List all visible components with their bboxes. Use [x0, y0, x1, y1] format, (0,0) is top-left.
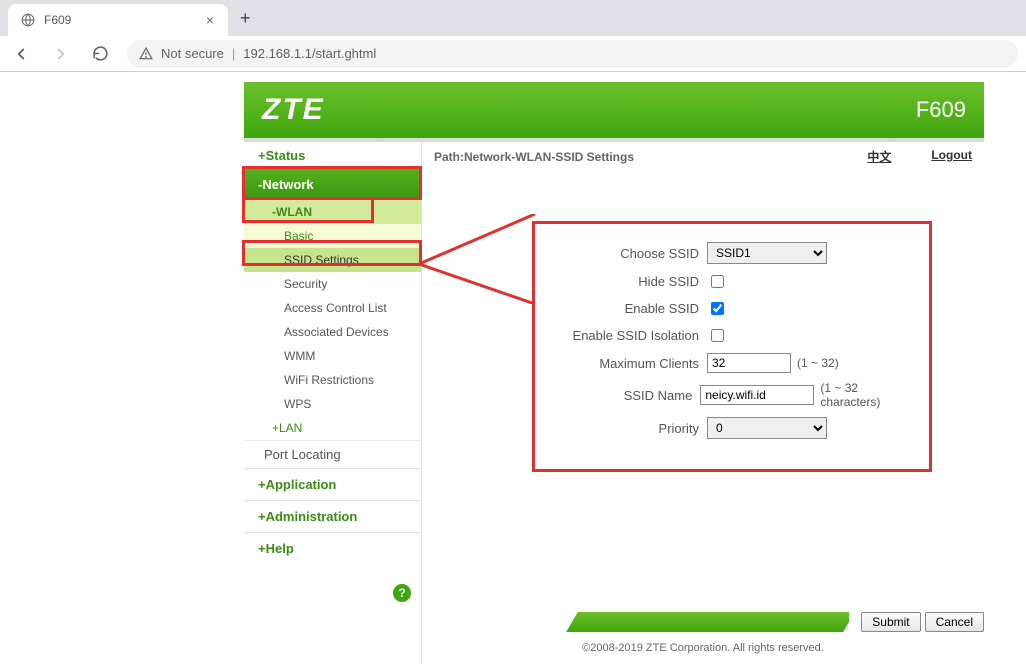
cancel-button[interactable]: Cancel [925, 612, 984, 632]
globe-icon [20, 12, 36, 28]
nav-associated-devices[interactable]: Associated Devices [244, 320, 421, 344]
language-link[interactable]: 中文 [867, 148, 891, 165]
nav-application[interactable]: +Application [244, 468, 421, 500]
max-clients-input[interactable] [707, 353, 791, 373]
browser-toolbar: Not secure | 192.168.1.1/start.ghtml [0, 36, 1026, 72]
footer-stripe: Submit Cancel [422, 612, 984, 632]
isolation-label: Enable SSID Isolation [547, 328, 707, 343]
nav-wmm[interactable]: WMM [244, 344, 421, 368]
nav-help[interactable]: +Help [244, 532, 421, 564]
hide-ssid-label: Hide SSID [547, 274, 707, 289]
content-area: Path:Network-WLAN-SSID Settings 中文 Logou… [422, 142, 984, 664]
breadcrumb-path: Path:Network-WLAN-SSID Settings [434, 150, 634, 164]
nav-wlan[interactable]: -WLAN [244, 200, 421, 224]
nav-port-locating[interactable]: Port Locating [244, 440, 421, 468]
breadcrumb-bar: Path:Network-WLAN-SSID Settings 中文 Logou… [422, 142, 984, 171]
address-bar[interactable]: Not secure | 192.168.1.1/start.ghtml [127, 40, 1018, 68]
not-secure-label: Not secure [161, 46, 224, 61]
nav-ssid-settings[interactable]: SSID Settings [244, 248, 421, 272]
ssid-name-label: SSID Name [547, 388, 700, 403]
nav-basic[interactable]: Basic [244, 224, 421, 248]
brand-logo: ZTE [262, 93, 325, 127]
nav-acl[interactable]: Access Control List [244, 296, 421, 320]
help-icon[interactable]: ? [393, 584, 411, 602]
logout-link[interactable]: Logout [931, 148, 972, 165]
back-button[interactable] [8, 41, 34, 67]
priority-select[interactable]: 0 [707, 417, 827, 439]
ssid-name-hint: (1 ~ 32 characters) [820, 381, 917, 409]
hide-ssid-checkbox[interactable] [711, 275, 724, 288]
isolation-checkbox[interactable] [711, 329, 724, 342]
browser-tab-bar: F609 × + [0, 0, 1026, 36]
nav-security[interactable]: Security [244, 272, 421, 296]
max-clients-hint: (1 ~ 32) [797, 356, 839, 370]
reload-button[interactable] [88, 41, 113, 66]
nav-administration[interactable]: +Administration [244, 500, 421, 532]
choose-ssid-label: Choose SSID [547, 246, 707, 261]
nav-wps[interactable]: WPS [244, 392, 421, 416]
tab-title: F609 [44, 13, 196, 27]
sidebar-nav: +Status -Network -WLAN Basic SSID Settin… [244, 142, 422, 664]
enable-ssid-checkbox[interactable] [711, 302, 724, 315]
browser-tab[interactable]: F609 × [8, 4, 228, 36]
priority-label: Priority [547, 421, 707, 436]
submit-button[interactable]: Submit [861, 612, 920, 632]
router-header: ZTE F609 [244, 82, 984, 142]
copyright-text: ©2008-2019 ZTE Corporation. All rights r… [422, 636, 984, 664]
choose-ssid-select[interactable]: SSID1 [707, 242, 827, 264]
enable-ssid-label: Enable SSID [547, 301, 707, 316]
max-clients-label: Maximum Clients [547, 356, 707, 371]
nav-network[interactable]: -Network [244, 169, 421, 200]
ssid-name-input[interactable] [700, 385, 814, 405]
warning-icon [139, 47, 153, 61]
nav-lan[interactable]: +LAN [244, 416, 421, 440]
new-tab-button[interactable]: + [228, 8, 263, 29]
forward-button[interactable] [48, 41, 74, 67]
tab-close-icon[interactable]: × [204, 10, 216, 30]
ssid-settings-form: Choose SSID SSID1 Hide SSID Enable SSID [532, 221, 932, 472]
nav-status[interactable]: +Status [244, 142, 421, 169]
nav-wifi-restrictions[interactable]: WiFi Restrictions [244, 368, 421, 392]
model-label: F609 [916, 97, 966, 123]
url-text: 192.168.1.1/start.ghtml [243, 46, 376, 61]
